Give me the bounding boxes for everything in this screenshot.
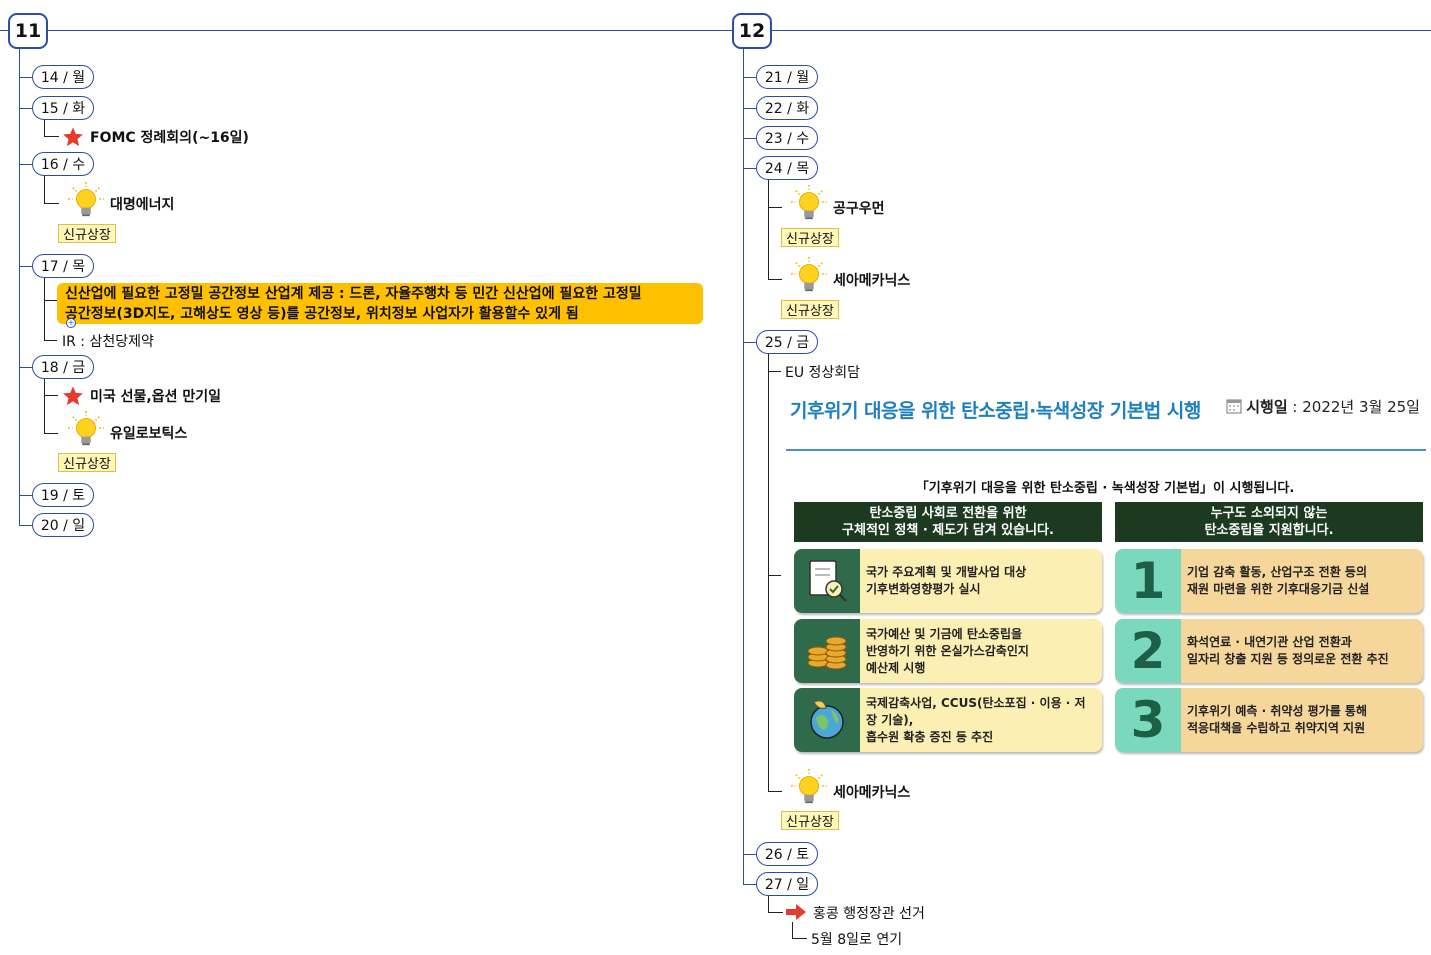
support-card-1: 1 기업 감축 활동, 산업구조 전환 등의 재원 마련을 위한 기후대응기금 신… [1115,549,1423,613]
event-eu-summit[interactable]: EU 정상회담 [785,362,860,382]
left-column-header: 탄소중립 사회로 전환을 위한 구체적인 정책 · 제도가 담겨 있습니다. [794,502,1102,542]
event-us-futures-expiry[interactable]: 미국 선물,옵션 만기일 [90,386,221,406]
star-icon [63,386,83,406]
event-yuil-robotics[interactable]: 유일로보틱스 [110,423,187,443]
lightbulb-icon [67,410,105,446]
lightbulb-icon [790,768,828,804]
number-badge: 3 [1115,688,1181,752]
new-listing-tag: 신규상장 [58,453,116,472]
climate-law-infographic: 기후위기 대응을 위한 탄소중립·녹색성장 기본법 시행 시행일 : 2022년… [784,384,1426,759]
week-label: 11 [14,20,42,42]
event-seah-mechanics[interactable]: 세아메카닉스 [833,782,910,802]
week-11-trunk [19,49,20,525]
connector [44,176,59,204]
lightbulb-icon [67,181,105,217]
timeline-line [0,30,1431,31]
new-listing-tag: 신규상장 [781,300,839,319]
day-18[interactable]: 18 / 금 [32,355,94,379]
week-label: 12 [738,20,766,42]
highlight-line-1: 신산업에 필요한 고정밀 공간정보 산업계 제공 : 드론, 자율주행차 등 민… [65,286,642,302]
event-seah-mechanics[interactable]: 세아메카닉스 [833,270,910,290]
connector [792,922,807,939]
note-postponed[interactable]: 5월 8일로 연기 [811,929,902,949]
day-20[interactable]: 20 / 일 [32,513,94,537]
infographic-title: 기후위기 대응을 위한 탄소중립·녹색성장 기본법 시행 [790,400,1201,422]
date-label: 시행일 [1246,398,1288,416]
day-19[interactable]: 19 / 토 [32,483,94,507]
expand-icon[interactable]: + [66,318,76,328]
coins-icon [807,636,847,670]
day-16[interactable]: 16 / 수 [32,152,94,176]
lightbulb-icon [790,184,828,220]
day-17[interactable]: 17 / 목 [32,254,94,278]
support-card-2: 2 화석연료 · 내연기관 산업 전환과 일자리 창출 지원 등 정의로운 전환 … [1115,619,1423,683]
new-listing-tag: 신규상장 [781,228,839,247]
new-listing-tag: 신규상장 [58,224,116,243]
week-11-node[interactable]: 11 [8,13,48,49]
highlight-note[interactable]: 신산업에 필요한 고정밀 공간정보 산업계 제공 : 드론, 자율주행차 등 민… [57,283,703,324]
right-column-header: 누구도 소외되지 않는 탄소중립을 지원합니다. [1115,502,1423,542]
support-card-3: 3 기후위기 예측 · 취약성 평가를 통해 적응대책을 수립하고 취약지역 지원 [1115,688,1423,752]
day-26[interactable]: 26 / 토 [756,842,818,866]
day-27[interactable]: 27 / 일 [756,872,818,896]
connector [44,120,59,137]
arrow-right-icon [786,904,806,920]
day-23[interactable]: 23 / 수 [756,126,818,150]
day-21[interactable]: 21 / 월 [756,65,818,89]
day-24[interactable]: 24 / 목 [756,156,818,180]
day-22[interactable]: 22 / 화 [756,96,818,120]
policy-card-2: 국가예산 및 기금에 탄소중립을 반영하기 위한 온실가스감축인지 예산제 시행 [794,619,1102,683]
event-daemyung-energy[interactable]: 대명에너지 [110,194,174,214]
number-badge: 1 [1115,549,1181,613]
event-gonggu-woman[interactable]: 공구우먼 [833,198,885,218]
assessment-doc-icon [809,560,847,602]
calendar-icon [1226,399,1242,414]
event-ir[interactable]: IR : 삼천당제약 [62,331,154,351]
lightbulb-icon [790,256,828,292]
policy-card-1: 국가 주요계획 및 개발사업 대상 기후변화영향평가 실시 [794,549,1102,613]
highlight-line-2: 공간정보(3D지도, 고해상도 영상 등)를 공간정보, 위치정보 사업자가 활… [65,306,579,322]
day-25[interactable]: 25 / 금 [756,330,818,354]
infographic-subtitle: 「기후위기 대응을 위한 탄소중립 · 녹색성장 기본법」이 시행됩니다. [915,481,1295,496]
infographic-date: 시행일 : 2022년 3월 25일 [1226,396,1420,417]
date-value: : 2022년 3월 25일 [1287,398,1420,416]
title-rule [786,449,1426,451]
number-badge: 2 [1115,619,1181,683]
earth-leaf-icon [810,700,844,739]
new-listing-tag: 신규상장 [781,811,839,830]
day-15[interactable]: 15 / 화 [32,96,94,120]
week-12-node[interactable]: 12 [732,13,772,49]
policy-card-3: 국제감축사업, CCUS(탄소포집 · 이용 · 저장 기술), 흡수원 확충 증… [794,688,1102,752]
week-12-trunk [743,49,744,885]
star-icon [63,127,83,147]
connector [768,896,783,913]
event-hongkong-election[interactable]: 홍콩 행정장관 선거 [813,903,925,923]
event-fomc[interactable]: FOMC 정례회의(~16일) [90,127,249,147]
day-14[interactable]: 14 / 월 [32,65,94,89]
